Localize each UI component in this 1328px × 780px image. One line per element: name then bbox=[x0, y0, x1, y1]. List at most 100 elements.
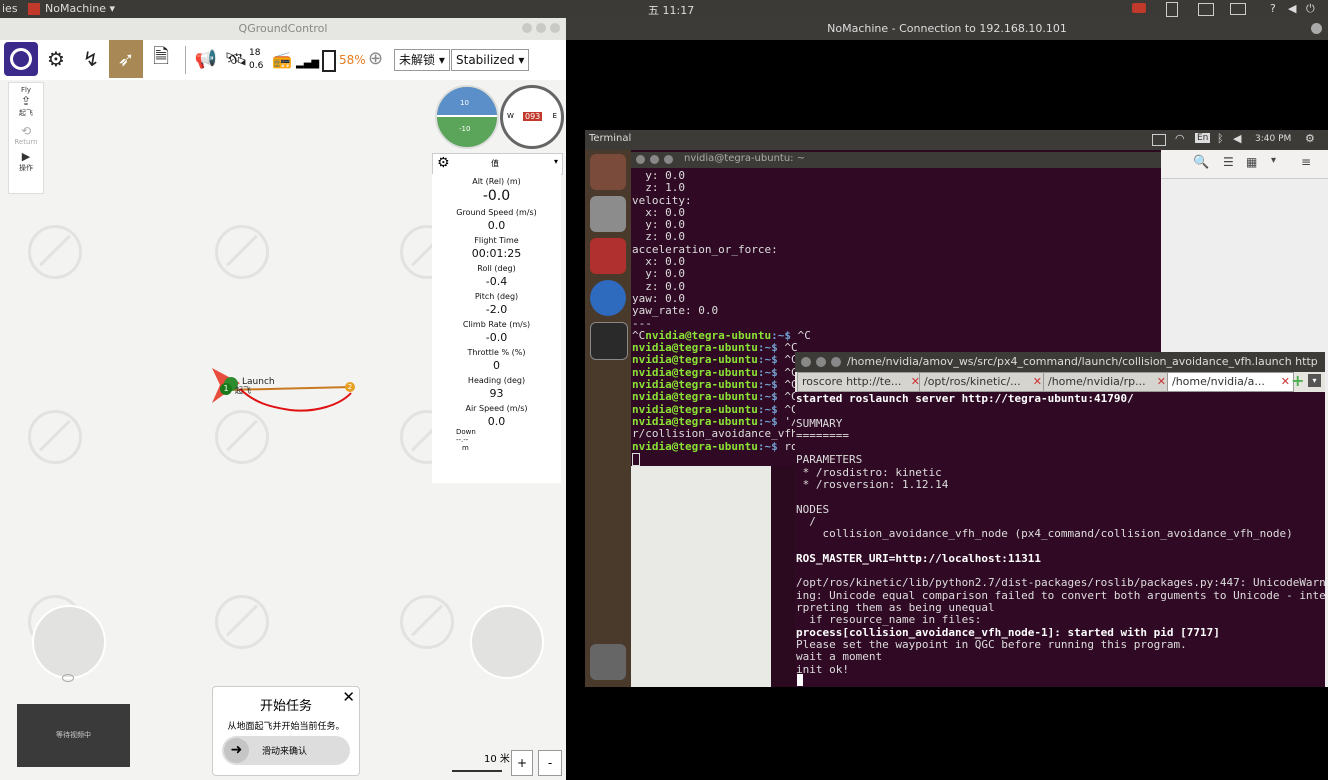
search-icon[interactable]: 🔍 bbox=[1193, 155, 1209, 170]
takeoff-button[interactable]: ⇪ bbox=[9, 94, 43, 108]
prompt-path: :~$ bbox=[757, 378, 778, 392]
terminal-line: SUMMARY bbox=[796, 416, 843, 430]
plan-view-button[interactable]: ↯ bbox=[75, 42, 107, 76]
settings-view-button[interactable]: ⚙ bbox=[40, 42, 72, 76]
waypoint-2[interactable]: 2 bbox=[345, 382, 355, 392]
launcher-settings-icon[interactable] bbox=[590, 238, 626, 274]
video-preview[interactable]: 等待视频中 bbox=[17, 704, 130, 767]
tab-roscore[interactable]: roscore http://te... ✕ bbox=[797, 372, 924, 392]
prompt-path: :~$ bbox=[757, 390, 778, 404]
terminal-line: wait a moment bbox=[796, 650, 883, 664]
return-button[interactable]: ⟲ bbox=[9, 124, 43, 138]
wifi-icon[interactable]: ◠ bbox=[1175, 132, 1185, 145]
prompt-path: :~$ bbox=[771, 328, 791, 342]
volume-icon[interactable]: ◀ bbox=[1233, 132, 1241, 145]
map-view[interactable]: Fly ⇪ 起飞 ⟲ Return ▶ 操作 10 -10 W E 093 ⚙ … bbox=[0, 80, 566, 780]
language-indicator[interactable]: En bbox=[1195, 133, 1211, 143]
minimize-button[interactable] bbox=[650, 155, 659, 164]
slider-label: 滑动来确认 bbox=[262, 747, 308, 757]
value-label: Roll (deg) bbox=[477, 264, 516, 273]
close-icon[interactable]: ✕ bbox=[1157, 373, 1166, 391]
map-scale-label: 10 米 bbox=[484, 754, 510, 765]
maximize-button[interactable] bbox=[536, 23, 546, 33]
display-icon[interactable] bbox=[1198, 3, 1214, 16]
battery-icon[interactable] bbox=[322, 50, 336, 72]
keyboard-icon[interactable] bbox=[1230, 3, 1246, 15]
qgc-logo-icon bbox=[10, 48, 32, 70]
zoom-out-button[interactable]: - bbox=[538, 750, 562, 776]
volume-icon[interactable]: ◀ bbox=[1288, 2, 1296, 15]
list-view-icon[interactable]: ☰ bbox=[1223, 155, 1234, 169]
maximize-button[interactable] bbox=[831, 357, 841, 367]
nomachine-window-title: NoMachine - Connection to 192.168.10.101 bbox=[827, 22, 1067, 35]
close-icon[interactable]: ✕ bbox=[1033, 373, 1042, 391]
launcher-files-icon[interactable] bbox=[590, 196, 626, 232]
terminal-2[interactable]: /home/nvidia/amov_ws/src/px4_command/lau… bbox=[795, 352, 1326, 687]
new-tab-icon[interactable]: + bbox=[1291, 371, 1304, 390]
tab-opt-ros[interactable]: /opt/ros/kinetic/... ✕ bbox=[919, 372, 1046, 392]
launcher-trash-icon[interactable] bbox=[590, 644, 626, 680]
prompt-command: ^C bbox=[790, 328, 811, 342]
values-header[interactable]: ⚙ 值 ▾ bbox=[432, 153, 563, 175]
slider-arrow-icon[interactable]: ➜ bbox=[224, 738, 249, 763]
chevron-down-icon[interactable]: ▾ bbox=[1271, 155, 1276, 166]
clock[interactable]: 五 11:17 bbox=[648, 2, 694, 18]
launcher-ubuntu-icon[interactable] bbox=[590, 154, 626, 190]
power-icon[interactable]: ⏻ bbox=[1306, 2, 1315, 16]
qgc-logo-button[interactable] bbox=[4, 42, 38, 76]
attitude-indicator: 10 -10 bbox=[435, 85, 499, 149]
launcher-chrome-icon[interactable] bbox=[590, 280, 626, 316]
down-unit: m bbox=[462, 444, 469, 452]
minimize-button[interactable] bbox=[816, 357, 826, 367]
record-icon[interactable] bbox=[1132, 3, 1146, 13]
chevron-down-icon[interactable]: ▾ bbox=[1308, 374, 1321, 387]
value-readout: 0.0 bbox=[487, 415, 506, 428]
action-button[interactable]: ▶ bbox=[9, 150, 43, 163]
crosshair-icon[interactable]: ⊕ bbox=[368, 48, 383, 69]
close-button[interactable] bbox=[1311, 23, 1322, 34]
analyze-view-button[interactable]: 🗎 bbox=[145, 42, 177, 76]
gps-button[interactable]: 🛰 bbox=[224, 42, 248, 76]
clipboard-icon[interactable] bbox=[1166, 2, 1178, 17]
bluetooth-icon[interactable]: ᛒ bbox=[1217, 132, 1224, 145]
close-button[interactable] bbox=[636, 155, 645, 164]
unity-launcher bbox=[585, 150, 631, 687]
waypoint-1[interactable]: 1 bbox=[220, 383, 232, 395]
grid-view-icon[interactable]: ▦ bbox=[1246, 155, 1257, 169]
keyboard-icon[interactable] bbox=[1152, 134, 1166, 146]
flight-mode-dropdown[interactable]: Stabilized ▾ bbox=[451, 49, 530, 71]
app-menu[interactable]: NoMachine ▾ bbox=[45, 2, 115, 15]
missing-tile-icon bbox=[215, 225, 269, 279]
zoom-in-button[interactable]: + bbox=[511, 750, 533, 776]
close-icon[interactable]: ✕ bbox=[342, 688, 355, 706]
file-manager-toolbar: 🔍 ☰ ▦ ▾ ≡ bbox=[1161, 150, 1328, 179]
fly-view-button[interactable]: ➶ bbox=[109, 40, 143, 78]
tab-home-active[interactable]: /home/nvidia/a... ✕ bbox=[1167, 372, 1294, 392]
maximize-button[interactable] bbox=[664, 155, 673, 164]
menu-icon[interactable]: ≡ bbox=[1301, 155, 1311, 169]
arm-status-dropdown[interactable]: 未解锁 ▾ bbox=[394, 49, 450, 71]
left-joystick[interactable] bbox=[32, 605, 106, 679]
close-button[interactable] bbox=[550, 23, 560, 33]
activities-label[interactable]: ies bbox=[2, 2, 18, 15]
close-button[interactable] bbox=[801, 357, 811, 367]
value-label: Air Speed (m/s) bbox=[465, 404, 528, 413]
remote-clock[interactable]: 3:40 PM bbox=[1255, 134, 1291, 144]
power-icon[interactable]: ⚙ bbox=[1305, 132, 1315, 145]
confirm-slider[interactable]: ➜ 滑动来确认 bbox=[222, 736, 350, 765]
missing-tile-icon bbox=[28, 225, 82, 279]
prompt-user: nvidia@tegra-ubuntu bbox=[632, 365, 758, 379]
launcher-terminal-icon[interactable] bbox=[590, 322, 628, 360]
right-joystick[interactable] bbox=[470, 605, 544, 679]
tab-home-rp[interactable]: /home/nvidia/rp... ✕ bbox=[1043, 372, 1170, 392]
minimize-button[interactable] bbox=[522, 23, 532, 33]
prompt-path: :~$ bbox=[757, 402, 778, 416]
terminal-cursor bbox=[797, 674, 803, 686]
gear-icon[interactable]: ⚙ bbox=[437, 155, 450, 171]
close-icon[interactable]: ✕ bbox=[1281, 373, 1290, 391]
help-icon[interactable]: ? bbox=[1270, 2, 1276, 15]
rc-button[interactable]: 📻 bbox=[270, 42, 294, 76]
prompt-user: nvidia@tegra-ubuntu bbox=[645, 328, 772, 342]
missing-tile-icon bbox=[215, 595, 269, 649]
messages-button[interactable]: 📢 bbox=[194, 42, 218, 76]
